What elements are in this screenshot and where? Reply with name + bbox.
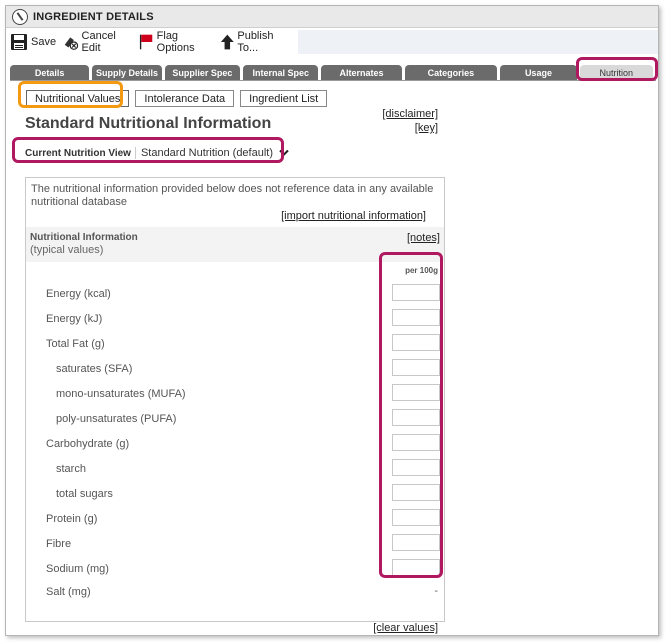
cancel-edit-label: Cancel Edit xyxy=(81,30,116,54)
window-title: INGREDIENT DETAILS xyxy=(33,10,154,23)
nutrient-row: Sodium (mg) xyxy=(26,559,444,584)
cancel-edit-button[interactable]: Cancel Edit xyxy=(62,30,133,54)
arrow-up-icon xyxy=(220,34,234,50)
nutrient-value-input[interactable] xyxy=(392,534,440,551)
chevron-down-icon xyxy=(279,149,289,156)
nutrient-value-input[interactable] xyxy=(392,434,440,451)
nutrition-subtabs: Nutritional Values Intolerance Data Ingr… xyxy=(26,90,333,107)
nutrient-label: Sodium (mg) xyxy=(46,563,109,575)
per-100g-header: per 100g xyxy=(405,266,438,275)
nutrient-value-input[interactable] xyxy=(392,284,440,301)
ingredient-details-window: INGREDIENT DETAILS Save Cancel Edit Flag… xyxy=(5,5,659,636)
nutrition-view-row: Current Nutrition View Standard Nutritio… xyxy=(25,147,289,159)
nutrition-info-title: Nutritional Information xyxy=(30,232,138,243)
toolbar: Save Cancel Edit Flag Options Publish To… xyxy=(6,30,298,54)
nutrient-value-input[interactable] xyxy=(392,559,440,576)
nutrient-value-input[interactable] xyxy=(392,484,440,501)
publish-to-button[interactable]: Publish To... xyxy=(220,30,292,54)
nutrient-row: poly-unsaturates (PUFA) xyxy=(26,409,444,434)
subtab-nutritional-values[interactable]: Nutritional Values xyxy=(26,90,130,107)
nutrition-info-subtitle: (typical values) xyxy=(30,244,104,256)
nutrient-label: total sugars xyxy=(56,488,113,500)
tab-details[interactable]: Details xyxy=(10,65,90,80)
clear-values-link[interactable]: [clear values] xyxy=(373,622,438,634)
nutrient-row: Energy (kJ) xyxy=(26,309,444,334)
nutrient-label: Energy (kJ) xyxy=(46,313,103,325)
tab-usage[interactable]: Usage xyxy=(500,65,577,80)
tab-supply-details[interactable]: Supply Details xyxy=(92,65,162,80)
subtab-intolerance-data[interactable]: Intolerance Data xyxy=(135,90,235,107)
nutrient-label: mono-unsaturates (MUFA) xyxy=(56,388,186,400)
key-link[interactable]: [key] xyxy=(415,122,438,134)
no-database-message: The nutritional information provided bel… xyxy=(31,183,434,208)
nutrient-row: saturates (SFA) xyxy=(26,359,444,384)
salt-value: - xyxy=(434,585,438,597)
nutrient-value-input[interactable] xyxy=(392,359,440,376)
flag-options-label: Flag Options xyxy=(156,30,195,54)
nutrient-label: starch xyxy=(56,463,86,475)
nutrient-label: Energy (kcal) xyxy=(46,288,111,300)
tab-supplier-spec[interactable]: Supplier Spec xyxy=(164,65,241,80)
nutrient-label: Carbohydrate (g) xyxy=(46,438,130,450)
page-title: Standard Nutritional Information xyxy=(25,115,272,132)
save-button[interactable]: Save xyxy=(10,33,56,51)
nutrient-label: Fibre xyxy=(46,538,72,550)
nutrient-value-input[interactable] xyxy=(392,509,440,526)
red-flag-icon xyxy=(139,34,153,50)
nutrient-row: Energy (kcal) xyxy=(26,284,444,309)
save-label: Save xyxy=(31,36,57,48)
nutrition-view-select[interactable]: Standard Nutrition (default) xyxy=(134,147,289,159)
nutrient-value-input[interactable] xyxy=(392,409,440,426)
nutrient-value-input[interactable] xyxy=(392,459,440,476)
nutrient-row: Protein (g) xyxy=(26,509,444,534)
view-label: Current Nutrition View xyxy=(25,147,131,159)
nutrient-value-input[interactable] xyxy=(392,384,440,401)
nutrient-row: Fibre xyxy=(26,534,444,559)
nutrient-label: poly-unsaturates (PUFA) xyxy=(56,413,177,425)
view-selected-value: Standard Nutrition (default) xyxy=(140,147,274,159)
nutrient-value-input[interactable] xyxy=(392,309,440,326)
import-nutrition-link[interactable]: [import nutritional information] xyxy=(281,210,426,222)
nutrient-row: total sugars xyxy=(26,484,444,509)
tabs-divider xyxy=(10,80,656,81)
nutrient-label: Salt (mg) xyxy=(46,586,91,598)
nutrient-row: Carbohydrate (g) xyxy=(26,434,444,459)
publish-to-label: Publish To... xyxy=(237,30,274,54)
toolbar-spacer xyxy=(298,30,658,54)
disclaimer-link[interactable]: [disclaimer] xyxy=(382,108,438,120)
tab-internal-spec[interactable]: Internal Spec xyxy=(243,65,319,80)
nutrient-label: saturates (SFA) xyxy=(56,363,133,375)
tab-categories[interactable]: Categories xyxy=(404,65,498,80)
nutrient-row: Total Fat (g) xyxy=(26,334,444,359)
nutrition-panel: The nutritional information provided bel… xyxy=(25,177,445,622)
nutrient-row: starch xyxy=(26,459,444,484)
floppy-disk-icon xyxy=(11,34,27,50)
nutrient-label: Total Fat (g) xyxy=(46,338,105,350)
eraser-cancel-icon xyxy=(64,37,79,50)
ingredient-icon xyxy=(12,8,28,25)
nutrient-value-input[interactable] xyxy=(392,334,440,351)
subtab-ingredient-list[interactable]: Ingredient List xyxy=(240,90,328,107)
nutrient-row: mono-unsaturates (MUFA) xyxy=(26,384,444,409)
nutrition-info-header: Nutritional Information (typical values)… xyxy=(26,227,444,262)
tab-nutrition[interactable]: Nutrition xyxy=(579,65,653,80)
notes-link[interactable]: [notes] xyxy=(407,232,440,244)
tab-alternates[interactable]: Alternates xyxy=(321,65,402,80)
nutrient-row-salt: Salt (mg) - xyxy=(26,582,444,607)
main-tabs: Details Supply Details Supplier Spec Int… xyxy=(10,62,656,80)
flag-options-button[interactable]: Flag Options xyxy=(139,30,214,54)
nutrient-label: Protein (g) xyxy=(46,513,98,525)
title-bar: INGREDIENT DETAILS xyxy=(6,6,658,28)
